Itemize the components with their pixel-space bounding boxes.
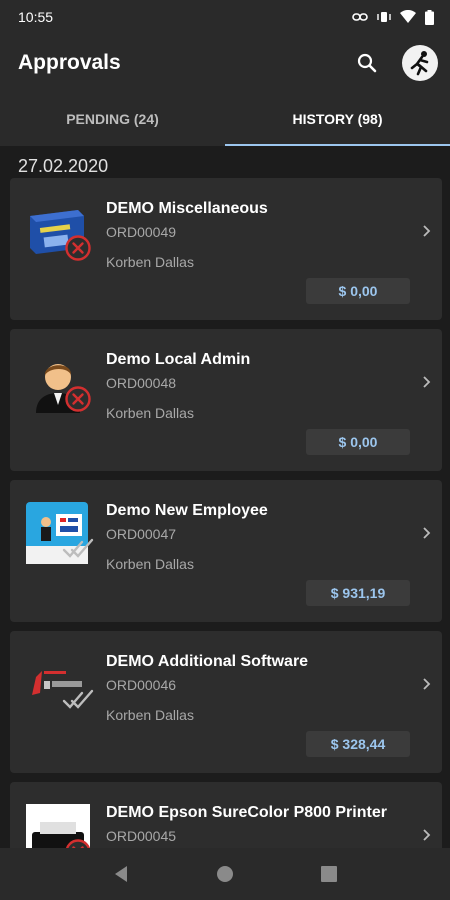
amount-badge: $ 0,00	[306, 429, 410, 455]
search-icon	[357, 53, 377, 73]
list-item[interactable]: DEMO Additional Software ORD00046 Korben…	[10, 631, 442, 773]
chevron-right-icon	[423, 678, 431, 690]
order-number: ORD00045	[106, 828, 177, 844]
status-time: 10:55	[18, 9, 54, 25]
system-nav-bar	[0, 848, 450, 900]
chevron-right-icon	[423, 527, 431, 539]
page-title: Approvals	[18, 51, 121, 74]
wifi-icon	[400, 10, 416, 23]
rejected-icon	[65, 386, 91, 412]
order-number: ORD00048	[106, 375, 177, 391]
date-header: 27.02.2020	[18, 156, 109, 176]
order-number: ORD00049	[106, 224, 177, 240]
home-icon[interactable]	[216, 865, 234, 883]
item-name: DEMO Additional Software	[106, 653, 309, 670]
order-number: ORD00047	[106, 526, 177, 542]
runner-icon	[410, 51, 429, 76]
recents-icon[interactable]	[320, 866, 337, 882]
item-name: Demo New Employee	[106, 502, 268, 519]
battery-icon	[425, 9, 434, 25]
requester-name: Korben Dallas	[106, 556, 194, 572]
tab-history[interactable]: HISTORY (98)	[225, 92, 450, 146]
requester-name: Korben Dallas	[106, 405, 194, 421]
status-bar: 10:55	[0, 0, 450, 34]
status-icons	[352, 9, 434, 25]
chevron-right-icon	[423, 829, 431, 841]
item-name: DEMO Epson SureColor P800 Printer	[106, 804, 387, 821]
rejected-icon	[65, 839, 91, 848]
list-item[interactable]: DEMO Epson SureColor P800 Printer ORD000…	[10, 782, 442, 848]
item-name: DEMO Miscellaneous	[106, 200, 268, 217]
item-name: Demo Local Admin	[106, 351, 251, 368]
requester-name: Korben Dallas	[106, 707, 194, 723]
approved-icon	[62, 689, 94, 709]
amount-badge: $ 931,19	[306, 580, 410, 606]
history-list: 27.02.2020 DEMO Miscellaneous ORD00049 K…	[0, 146, 450, 848]
search-button[interactable]	[350, 46, 384, 80]
chevron-right-icon	[423, 376, 431, 388]
list-item[interactable]: Demo New Employee ORD00047 Korben Dallas…	[10, 480, 442, 622]
tab-bar: PENDING (24) HISTORY (98)	[0, 92, 450, 146]
app-bar: Approvals	[0, 34, 450, 92]
list-item[interactable]: DEMO Miscellaneous ORD00049 Korben Dalla…	[10, 178, 442, 320]
amount-badge: $ 0,00	[306, 278, 410, 304]
vibrate-icon	[377, 12, 391, 22]
rejected-icon	[65, 235, 91, 261]
link-icon	[352, 13, 368, 21]
back-icon[interactable]	[113, 865, 129, 883]
approved-icon	[62, 538, 94, 558]
requester-name: Korben Dallas	[106, 254, 194, 270]
tab-pending[interactable]: PENDING (24)	[0, 92, 225, 146]
amount-badge: $ 328,44	[306, 731, 410, 757]
list-item[interactable]: Demo Local Admin ORD00048 Korben Dallas …	[10, 329, 442, 471]
avatar[interactable]	[402, 45, 438, 81]
order-number: ORD00046	[106, 677, 177, 693]
chevron-right-icon	[423, 225, 431, 237]
